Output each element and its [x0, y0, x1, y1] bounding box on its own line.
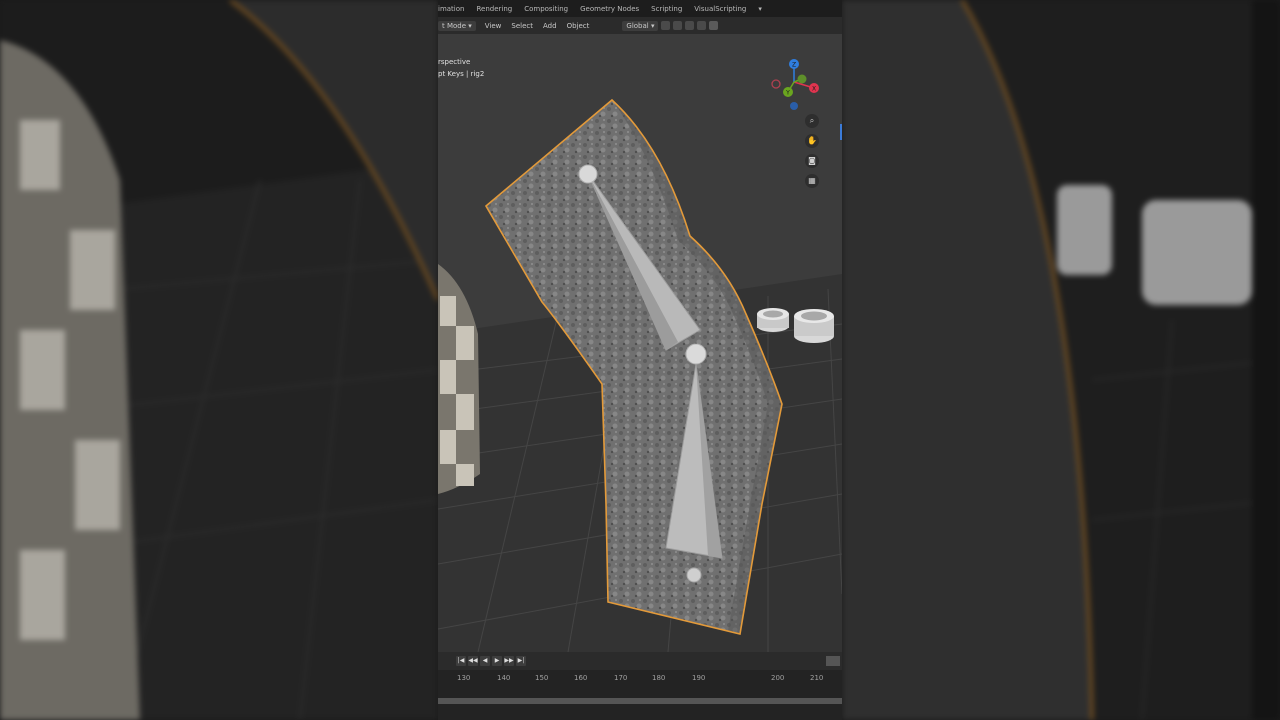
play-reverse-button[interactable]: ◀ — [480, 656, 490, 666]
menu-object[interactable]: Object — [562, 22, 595, 30]
hand-icon[interactable]: ✋ — [805, 134, 819, 148]
playback-controls: |◀ ◀◀ ◀ ▶ ▶▶ ▶| — [456, 656, 526, 666]
frame-label: 180 — [652, 674, 666, 682]
workspace-tabs: imation Rendering Compositing Geometry N… — [438, 0, 842, 17]
jump-keyframe-back-button[interactable]: ◀◀ — [468, 656, 478, 666]
viewport-scene — [438, 34, 842, 652]
camera-icon[interactable]: ◙ — [805, 154, 819, 168]
tab-animation[interactable]: imation — [438, 5, 470, 13]
viewport-header: t Mode ▾ View Select Add Object Global ▾ — [438, 17, 842, 34]
blurred-background-left — [0, 0, 438, 720]
jump-start-button[interactable]: |◀ — [456, 656, 466, 666]
frame-label: 170 — [614, 674, 628, 682]
timeline-header: |◀ ◀◀ ◀ ▶ ▶▶ ▶| — [438, 652, 842, 670]
frame-label: 140 — [497, 674, 511, 682]
pivot-icon[interactable] — [661, 21, 671, 30]
blender-window: imation Rendering Compositing Geometry N… — [438, 0, 842, 720]
tab-visualscripting[interactable]: VisualScripting — [688, 5, 752, 13]
timeline-scrollbar[interactable] — [438, 698, 842, 704]
transform-orientation-dropdown[interactable]: Global ▾ — [622, 20, 659, 31]
timeline-panel[interactable]: |◀ ◀◀ ◀ ▶ ▶▶ ▶| 130 140 150 160 170 180 … — [438, 652, 842, 720]
frame-label: 160 — [574, 674, 588, 682]
menu-add[interactable]: Add — [538, 22, 562, 30]
tab-scripting[interactable]: Scripting — [645, 5, 688, 13]
axis-z-label: Z — [792, 62, 796, 69]
play-button[interactable]: ▶ — [492, 656, 502, 666]
timeline-scroll-handle[interactable] — [826, 656, 840, 666]
3d-viewport[interactable]: rspective pt Keys | rig2 Z X Y ⌕ ✋ ◙ ▦ — [438, 34, 842, 652]
object-info-label: pt Keys | rig2 — [438, 70, 485, 78]
view-perspective-label: rspective — [438, 58, 471, 66]
tab-compositing[interactable]: Compositing — [518, 5, 574, 13]
sidebar-tab-indicator[interactable] — [840, 124, 842, 140]
zoom-icon[interactable]: ⌕ — [805, 114, 819, 128]
grid-icon[interactable]: ▦ — [805, 174, 819, 188]
menu-view[interactable]: View — [480, 22, 507, 30]
jump-keyframe-forward-button[interactable]: ▶▶ — [504, 656, 514, 666]
overlay-icon[interactable] — [709, 21, 719, 30]
frame-label: 130 — [457, 674, 471, 682]
jump-end-button[interactable]: ▶| — [516, 656, 526, 666]
frame-label: 150 — [535, 674, 549, 682]
axis-y-label: Y — [785, 90, 790, 97]
snap-icon[interactable] — [673, 21, 683, 30]
workspace-dropdown[interactable]: ▾ — [752, 5, 768, 13]
frame-label: 190 — [692, 674, 706, 682]
tab-geometry-nodes[interactable]: Geometry Nodes — [574, 5, 645, 13]
blurred-background-right — [842, 0, 1280, 720]
proportional-edit-icon[interactable] — [697, 21, 707, 30]
tab-rendering[interactable]: Rendering — [470, 5, 518, 13]
snap-target-icon[interactable] — [685, 21, 695, 30]
mode-selector[interactable]: t Mode ▾ — [438, 20, 476, 31]
menu-select[interactable]: Select — [506, 22, 538, 30]
frame-label: 200 — [771, 674, 785, 682]
frame-label: 210 — [810, 674, 824, 682]
axis-x-label: X — [812, 86, 816, 93]
navigation-gizmo[interactable]: Z X Y — [764, 54, 824, 114]
